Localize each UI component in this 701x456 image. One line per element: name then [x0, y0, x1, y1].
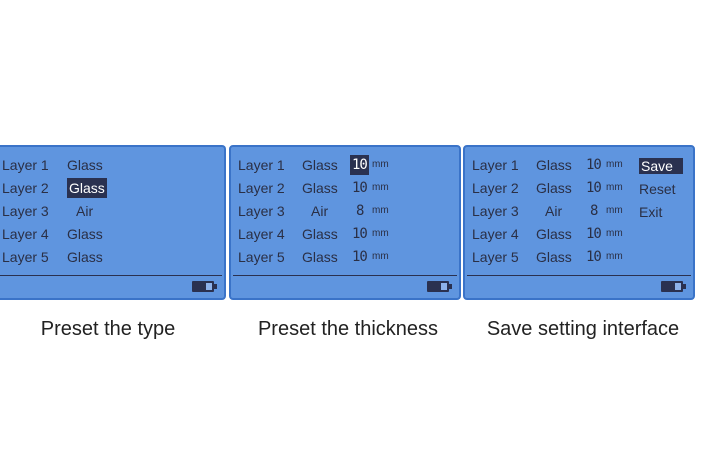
status-divider — [467, 275, 691, 276]
layer-label: Layer 4 — [2, 226, 49, 242]
layer-material: Glass — [536, 180, 572, 196]
layer-material: Glass — [302, 249, 338, 265]
layer-material: Glass — [302, 226, 338, 242]
thickness-value[interactable]: 10 — [352, 178, 368, 198]
exit-button[interactable]: Exit — [639, 202, 662, 222]
thickness-unit: mm — [606, 205, 623, 216]
thickness-value: 10 — [586, 180, 602, 196]
layer-material: Glass — [302, 157, 338, 173]
battery-icon — [192, 281, 217, 292]
screen-save-settings: Layer 1 Glass 10 mm Layer 2 Glass 10 mm … — [463, 145, 695, 300]
layer-label: Layer 5 — [2, 249, 49, 265]
thickness-unit: mm — [372, 228, 389, 239]
layer-label: Layer 4 — [472, 226, 519, 242]
status-divider — [233, 275, 457, 276]
layer-material: Air — [311, 203, 329, 219]
caption-preset-type: Preset the type — [40, 318, 176, 340]
layer-material[interactable]: Glass — [67, 224, 103, 244]
thickness-unit: mm — [606, 159, 623, 170]
layer-material-selected[interactable]: Glass — [67, 178, 107, 198]
thickness-value: 10 — [586, 157, 602, 173]
battery-icon — [427, 281, 452, 292]
layer-material: Glass — [536, 249, 572, 265]
thickness-value[interactable]: 10 — [352, 247, 368, 267]
screen-preset-thickness: Layer 1 Glass 10 mm Layer 2 Glass 10 mm … — [229, 145, 461, 300]
save-button[interactable]: Save — [639, 158, 683, 174]
status-divider — [0, 275, 222, 276]
thickness-unit: mm — [372, 251, 389, 262]
layer-label: Layer 3 — [472, 203, 519, 219]
thickness-value[interactable]: 10 — [352, 224, 368, 244]
layer-label: Layer 2 — [472, 180, 519, 196]
thickness-value: 10 — [586, 226, 602, 242]
caption-preset-thickness: Preset the thickness — [257, 318, 439, 340]
layer-label: Layer 5 — [472, 249, 519, 265]
thickness-value[interactable]: 8 — [356, 201, 365, 221]
battery-icon — [661, 281, 686, 292]
thickness-unit: mm — [606, 228, 623, 239]
thickness-unit: mm — [606, 251, 623, 262]
thickness-unit: mm — [372, 205, 389, 216]
layer-label: Layer 1 — [2, 157, 49, 173]
layer-label: Layer 2 — [238, 180, 285, 196]
layer-material[interactable]: Glass — [67, 247, 103, 267]
layer-label: Layer 1 — [238, 157, 285, 173]
layer-material: Glass — [302, 180, 338, 196]
layer-label: Layer 5 — [238, 249, 285, 265]
layer-label: Layer 2 — [2, 180, 49, 196]
thickness-unit: mm — [372, 159, 389, 170]
thickness-value: 10 — [586, 249, 602, 265]
thickness-value: 8 — [590, 203, 599, 219]
menu-save[interactable]: Save — [639, 156, 683, 176]
screen-preset-type: Layer 1 Glass Layer 2 Glass Layer 3 Air … — [0, 145, 226, 300]
caption-save-settings: Save setting interface — [486, 318, 680, 340]
layer-material: Air — [545, 203, 563, 219]
layer-label: Layer 1 — [472, 157, 519, 173]
layer-material: Glass — [536, 226, 572, 242]
layer-material[interactable]: Air — [76, 201, 93, 221]
layer-material[interactable]: Glass — [67, 155, 103, 175]
reset-button[interactable]: Reset — [639, 179, 676, 199]
layer-material: Glass — [536, 157, 572, 173]
thickness-value-selected[interactable]: 10 — [350, 155, 369, 175]
layer-label: Layer 3 — [238, 203, 285, 219]
thickness-unit: mm — [372, 182, 389, 193]
layer-label: Layer 3 — [2, 203, 49, 219]
layer-label: Layer 4 — [238, 226, 285, 242]
thickness-unit: mm — [606, 182, 623, 193]
